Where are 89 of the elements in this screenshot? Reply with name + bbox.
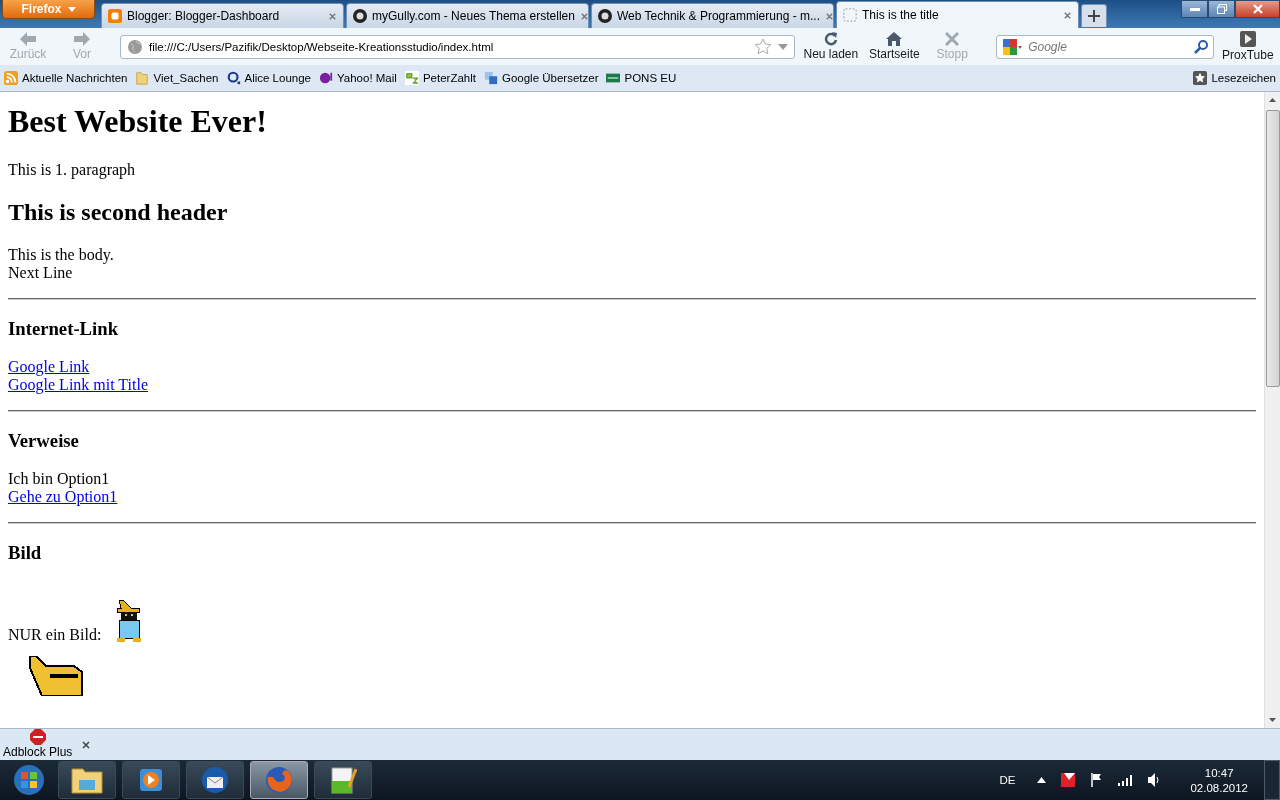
- site-icon: [404, 71, 419, 85]
- address-bar[interactable]: file:///C:/Users/Pazifik/Desktop/Webseite-Kreationsstudio/index.html: [120, 34, 796, 59]
- close-icon: [1251, 4, 1264, 14]
- forward-arrow-icon: [74, 32, 90, 46]
- bookmark-item[interactable]: Yahoo! Mail: [319, 71, 397, 85]
- home-icon: [886, 32, 903, 46]
- bookmarks-menu[interactable]: Lesezeichen: [1193, 71, 1276, 85]
- star-icon[interactable]: [754, 38, 773, 55]
- body-text: NUR ein Bild:: [8, 626, 102, 644]
- search-icon[interactable]: [1193, 39, 1208, 54]
- link[interactable]: Google Link mit Title: [8, 376, 148, 393]
- rss-icon: [4, 71, 18, 85]
- body-text: This is the body.: [8, 246, 114, 263]
- caret-icon: [67, 6, 76, 12]
- bookmark-item[interactable]: PeterZahlt: [404, 71, 476, 85]
- restore-icon: [1216, 4, 1227, 14]
- folder-icon: [71, 766, 103, 794]
- down-arrow-icon[interactable]: [1269, 718, 1276, 722]
- play-icon: [1239, 31, 1256, 47]
- windows-logo-icon: [14, 765, 44, 795]
- page-heading: Best Website Ever!: [8, 103, 268, 140]
- close-icon[interactable]: [824, 11, 834, 21]
- body-text: This is 1. paragraph: [8, 161, 136, 178]
- browser-tab[interactable]: Blogger: Blogger-Dashboard: [101, 3, 344, 28]
- search-bar[interactable]: Google: [996, 34, 1214, 59]
- section-heading: Verweise: [8, 430, 80, 452]
- back-arrow-icon: [20, 32, 36, 46]
- bookmark-item[interactable]: PONS EU: [606, 71, 677, 85]
- plus-icon: [1088, 10, 1100, 22]
- blogger-icon: [108, 9, 122, 23]
- close-icon[interactable]: [1063, 10, 1072, 20]
- bookmark-item[interactable]: Viet_Sachen: [135, 71, 219, 85]
- browser-tab[interactable]: Web Technik & Programmierung - m...: [591, 3, 834, 28]
- minimize-button[interactable]: [1181, 0, 1208, 18]
- tab-title: myGully.com - Neues Thema erstellen: [372, 9, 575, 23]
- folder-icon: [135, 71, 150, 85]
- close-icon[interactable]: [82, 741, 91, 749]
- ring-icon: [226, 71, 241, 85]
- section-heading: Internet-Link: [8, 318, 120, 340]
- tab-title: This is the title: [862, 8, 940, 22]
- site-icon: [353, 9, 367, 23]
- notepad-icon: [329, 765, 357, 795]
- star-icon: [1193, 71, 1208, 85]
- scrollbar[interactable]: [1264, 92, 1280, 728]
- globe-icon: [127, 38, 143, 55]
- new-tab-button[interactable]: [1081, 4, 1107, 27]
- up-arrow-icon[interactable]: [1269, 98, 1276, 102]
- stop-icon: [945, 32, 960, 46]
- toolbar-button[interactable]: Neu laden: [801, 32, 861, 61]
- close-icon[interactable]: [328, 11, 337, 21]
- close-icon[interactable]: [579, 11, 589, 21]
- search-engine-icon[interactable]: [1002, 37, 1023, 56]
- translate-icon: [483, 71, 498, 85]
- toolbar-button[interactable]: ProxTube: [1219, 31, 1276, 62]
- mail-icon: [200, 765, 230, 795]
- section-heading: Bild: [8, 542, 43, 564]
- taskbar-button[interactable]: [58, 761, 116, 799]
- taskbar-button[interactable]: [314, 761, 372, 799]
- media-player-icon: [137, 766, 165, 794]
- url-text: file:///C:/Users/Pazifik/Desktop/Webseite-Kreationsstudio/index.html: [149, 40, 495, 53]
- up-arrow-icon[interactable]: [1037, 777, 1047, 783]
- body-text: Next Line: [8, 264, 73, 281]
- restore-button[interactable]: [1208, 0, 1235, 18]
- browser-tab[interactable]: myGully.com - Neues Thema erstellen: [346, 3, 589, 28]
- close-button[interactable]: [1235, 0, 1280, 18]
- bookmark-item[interactable]: Alice Lounge: [226, 71, 311, 85]
- taskbar-button[interactable]: [186, 761, 244, 799]
- speaker-icon[interactable]: [1148, 773, 1161, 787]
- clock[interactable]: 10:47 02.08.2012: [1190, 766, 1248, 794]
- bookmark-item[interactable]: Google Übersetzer: [483, 71, 599, 85]
- language-indicator[interactable]: DE: [999, 774, 1016, 786]
- toolbar-button[interactable]: Startseite: [866, 32, 923, 61]
- minimize-icon: [1189, 7, 1200, 11]
- blank-page-icon: [843, 8, 857, 22]
- dropdown-icon[interactable]: [778, 43, 789, 50]
- taskbar-button[interactable]: [122, 761, 180, 799]
- bookmark-item[interactable]: Aktuelle Nachrichten: [4, 71, 128, 85]
- tab-title: Blogger: Blogger-Dashboard: [127, 9, 281, 23]
- signal-icon[interactable]: [1118, 774, 1135, 786]
- reload-icon: [823, 32, 838, 46]
- browser-tab[interactable]: This is the title: [836, 1, 1079, 28]
- addon-button[interactable]: Adblock Plus: [3, 729, 73, 759]
- body-text: Ich bin Option1: [8, 470, 110, 487]
- tab-title: Web Technik & Programmierung - m...: [617, 9, 820, 23]
- page-subheading: This is second header: [8, 199, 229, 226]
- site-icon: [606, 71, 621, 85]
- link[interactable]: Gehe zu Option1: [8, 488, 118, 505]
- link[interactable]: Google Link: [8, 358, 90, 375]
- site-icon: [598, 9, 612, 23]
